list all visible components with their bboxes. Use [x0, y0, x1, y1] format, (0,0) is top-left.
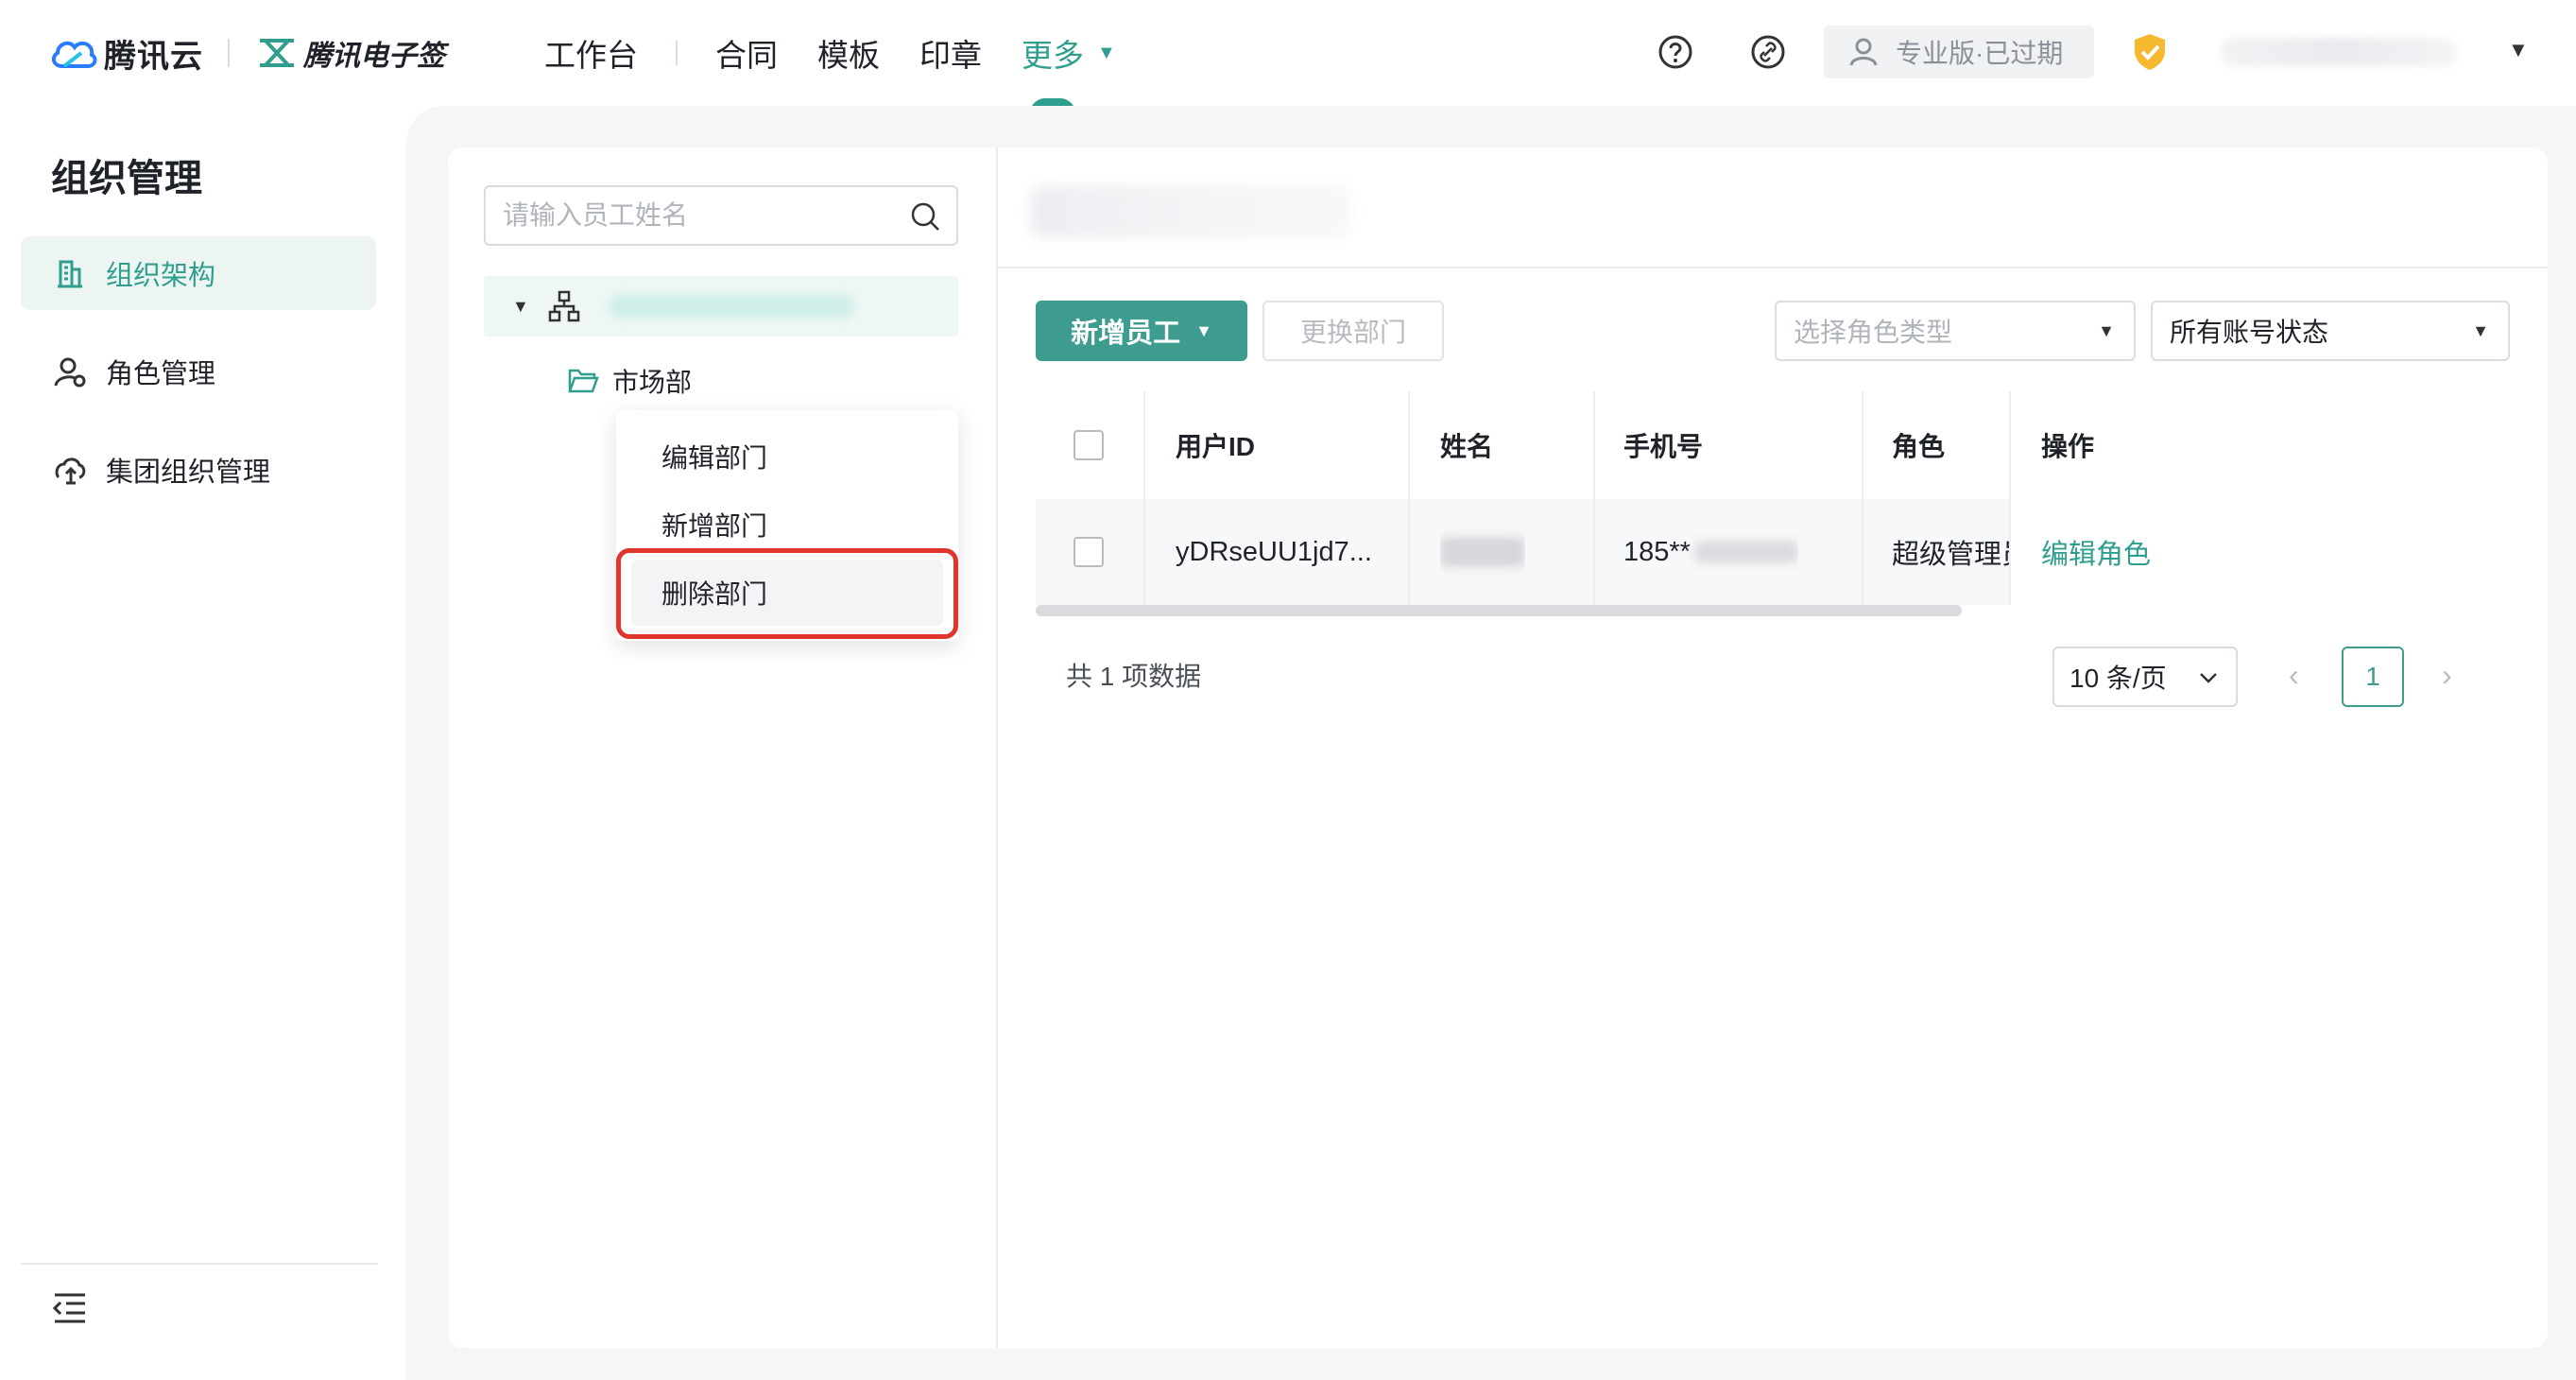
edit-role-label: 编辑角色: [2041, 540, 2152, 570]
sidebar-item-group-org[interactable]: 集团组织管理: [21, 433, 376, 507]
org-name-redacted: [608, 294, 854, 319]
table-horizontal-scrollbar[interactable]: [1036, 605, 1962, 616]
verified-shield-icon[interactable]: [2132, 32, 2168, 72]
phone-redacted: [1693, 541, 1798, 563]
caret-down-icon: ▼: [1097, 42, 1116, 63]
cell-role: 超级管理员: [1892, 540, 2009, 570]
cell-phone: 185**: [1623, 499, 1798, 605]
employee-search: [484, 185, 958, 246]
tencent-cloud-logo-icon: [51, 41, 97, 68]
expand-caret-icon[interactable]: ▼: [512, 297, 529, 317]
col-user-id: 用户ID: [1176, 432, 1256, 461]
row-checkbox[interactable]: [1073, 537, 1104, 567]
change-dept-button[interactable]: 更换部门: [1262, 301, 1444, 361]
product-name: 腾讯电子签: [303, 41, 445, 72]
column-divider: [1143, 391, 1145, 605]
next-page-icon[interactable]: ›: [2442, 658, 2452, 693]
column-divider: [1408, 391, 1410, 605]
cell-user-id: yDRseUU1jd7...: [1176, 536, 1372, 567]
header-divider: [998, 267, 2548, 268]
column-divider: [1593, 391, 1595, 605]
sidebar-item-label: 组织架构: [106, 261, 216, 291]
tree-node-market-dept[interactable]: 市场部: [567, 359, 692, 403]
nav-templates[interactable]: 模板: [817, 30, 880, 76]
menu-item-edit-dept[interactable]: 编辑部门: [631, 423, 943, 490]
nav-seals[interactable]: 印章: [919, 30, 982, 76]
user-menu-caret-icon[interactable]: ▼: [2508, 38, 2529, 62]
select-all-checkbox[interactable]: [1073, 430, 1104, 460]
fixed-column-divider: [2009, 391, 2011, 605]
role-type-placeholder: 选择角色类型: [1794, 318, 1953, 347]
main-nav: 工作台 合同 模板 印章 更多 ▼: [544, 28, 1116, 78]
caret-down-icon: ▼: [2472, 320, 2489, 340]
tree-root-node[interactable]: ▼: [484, 276, 958, 336]
select-all-checkbox-cell: [1073, 391, 1104, 499]
add-employee-button[interactable]: 新增员工 ▼: [1036, 301, 1247, 361]
account-status-select[interactable]: 所有账号状态 ▼: [2151, 301, 2510, 361]
plan-label: 专业版·已过期: [1896, 39, 2064, 68]
nav-contracts[interactable]: 合同: [715, 30, 778, 76]
dept-title-redacted: [1030, 185, 1351, 238]
account-status-value: 所有账号状态: [2170, 318, 2329, 347]
nav-more-dropdown[interactable]: 更多 ▼: [1022, 30, 1116, 76]
chevron-down-icon: [2200, 673, 2217, 683]
col-role: 角色: [1892, 432, 1946, 461]
panel-divider: [996, 147, 998, 1348]
top-bar: 腾讯云 腾讯电子签 工作台 合同 模板 印章 更多 ▼ 专业版·已过期 ▼: [0, 0, 2576, 113]
user-role-icon: [54, 357, 86, 388]
sidebar-item-roles[interactable]: 角色管理: [21, 335, 376, 408]
group-org-icon: [55, 457, 86, 485]
nav-workbench[interactable]: 工作台: [544, 30, 638, 76]
org-tree-icon: [548, 290, 580, 322]
nav-more-label: 更多: [1022, 38, 1084, 73]
caret-down-icon: ▼: [2098, 320, 2115, 340]
table-header: 用户ID 姓名 手机号 角色 操作: [1036, 391, 2510, 499]
user-outline-icon: [1849, 38, 1878, 66]
sidebar: 组织管理 组织架构 角色管理 集团组织管理: [0, 106, 406, 1380]
employee-search-input[interactable]: [503, 200, 900, 231]
col-name: 姓名: [1440, 432, 1494, 461]
brand-name: 腾讯云: [104, 38, 203, 75]
help-icon[interactable]: [1657, 34, 1693, 70]
esign-logo-icon: [260, 39, 294, 67]
page-size-value: 10 条/页: [2069, 664, 2167, 693]
col-actions: 操作: [2041, 432, 2095, 461]
sidebar-item-label: 角色管理: [106, 359, 216, 389]
plan-badge[interactable]: 专业版·已过期: [1824, 26, 2094, 78]
folder-icon: [568, 369, 599, 393]
delete-dept-highlight-box: [616, 548, 958, 639]
nav-divider: [676, 41, 678, 65]
column-divider: [1862, 391, 1863, 605]
search-icon[interactable]: [909, 200, 941, 233]
sidebar-item-label: 集团组织管理: [106, 457, 271, 488]
collapse-sidebar-icon[interactable]: [51, 1289, 89, 1327]
page-number-current[interactable]: 1: [2342, 647, 2404, 707]
tree-node-label: 市场部: [612, 368, 693, 397]
phone-prefix: 185**: [1623, 536, 1691, 567]
brand[interactable]: 腾讯云 腾讯电子签: [49, 28, 445, 78]
sidebar-divider: [21, 1263, 378, 1265]
total-count: 共 1 项数据: [1066, 662, 1202, 691]
row-checkbox-cell: [1073, 499, 1104, 605]
col-phone: 手机号: [1623, 432, 1704, 461]
cell-name-redacted: [1440, 499, 1525, 605]
page-size-select[interactable]: 10 条/页: [2052, 647, 2238, 707]
link-icon[interactable]: [1750, 34, 1786, 70]
role-type-select[interactable]: 选择角色类型 ▼: [1775, 301, 2136, 361]
prev-page-icon[interactable]: ‹: [2289, 658, 2299, 693]
sidebar-title: 组织管理: [51, 158, 202, 199]
caret-down-icon: ▼: [1195, 320, 1212, 340]
user-name-redacted[interactable]: [2221, 38, 2457, 66]
add-employee-label: 新增员工: [1071, 319, 1181, 349]
edit-role-link[interactable]: 编辑角色: [2041, 499, 2151, 605]
brand-divider: [228, 39, 230, 67]
sidebar-item-org-structure[interactable]: 组织架构: [21, 236, 376, 310]
org-chart-icon: [58, 260, 82, 288]
